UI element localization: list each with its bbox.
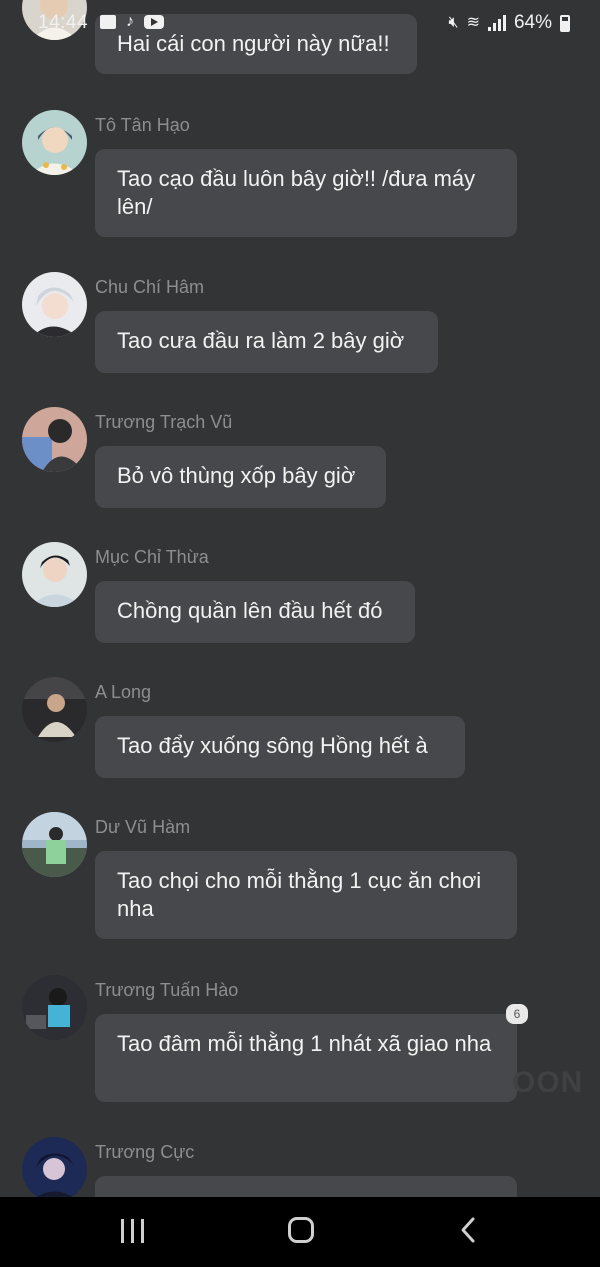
message-bubble[interactable]: Tao cưa đầu ra làm 2 bây giờ — [95, 311, 438, 373]
youtube-icon — [144, 15, 164, 29]
battery-icon — [560, 14, 570, 32]
watermark: OON — [512, 1066, 584, 1099]
message-bubble[interactable]: Tao đâm mỗi thằng 1 nhát xã giao nha — [95, 1014, 517, 1102]
chat-thread[interactable]: Hai cái con người này nữa!! Tô Tân Hạo T… — [0, 0, 600, 1197]
sender-name: Trương Cực — [95, 1142, 195, 1162]
sender-name: A Long — [95, 682, 152, 702]
avatar[interactable] — [22, 110, 87, 175]
notification-icons: ♪ — [100, 12, 164, 32]
message-bubble[interactable]: Chồng quần lên đầu hết đó — [95, 581, 415, 643]
avatar[interactable] — [22, 272, 87, 337]
avatar[interactable] — [22, 542, 87, 607]
message-bubble[interactable]: Bỏ vô thùng xốp bây giờ — [95, 446, 386, 508]
sender-name: Chu Chí Hâm — [95, 277, 205, 297]
avatar[interactable] — [22, 1137, 87, 1197]
sender-name: Mục Chỉ Thừa — [95, 547, 209, 567]
battery-percentage: 64% — [513, 12, 552, 33]
sender-name: Tô Tân Hạo — [95, 115, 190, 135]
sender-name: Trương Tuấn Hào — [95, 980, 239, 1000]
mute-icon: 🔇︎ — [448, 14, 459, 31]
avatar[interactable] — [22, 407, 87, 472]
message-bubble[interactable] — [95, 1176, 517, 1197]
message-text: Tao cạo đầu luôn bây giờ!! /đưa máy lên/ — [117, 166, 476, 219]
recent-apps-icon[interactable] — [121, 1219, 144, 1243]
message-text: Tao đẩy xuống sông Hồng hết à — [117, 733, 428, 758]
message-text: Tao đâm mỗi thằng 1 nhát xã giao nha — [117, 1031, 492, 1056]
avatar[interactable] — [22, 677, 87, 742]
back-icon[interactable] — [458, 1215, 478, 1250]
message-bubble[interactable]: Tao đẩy xuống sông Hồng hết à — [95, 716, 465, 778]
avatar[interactable] — [22, 975, 87, 1040]
reply-count-badge[interactable]: 6 — [506, 1004, 528, 1024]
wifi-icon: ≋ — [466, 14, 480, 31]
status-bar: 14:44 ♪ 🔇︎ ≋ 64% — [0, 0, 600, 46]
message-text: Tao chọi cho mỗi thằng 1 cục ăn chơi nha — [117, 868, 482, 921]
navigation-bar — [0, 1197, 600, 1267]
signal-icon — [487, 15, 506, 31]
message-text: Bỏ vô thùng xốp bây giờ — [117, 463, 356, 488]
message-text: Chồng quần lên đầu hết đó — [117, 598, 383, 623]
sender-name: Dư Vũ Hàm — [95, 817, 191, 837]
message-text: Tao cưa đầu ra làm 2 bây giờ — [117, 328, 405, 353]
status-time: 14:44 — [38, 12, 89, 33]
sender-name: Trương Trạch Vũ — [95, 412, 233, 432]
gallery-icon — [100, 15, 116, 29]
avatar[interactable] — [22, 812, 87, 877]
tiktok-icon: ♪ — [126, 13, 134, 30]
system-icons: 🔇︎ ≋ 64% — [448, 12, 570, 34]
message-bubble[interactable]: Tao cạo đầu luôn bây giờ!! /đưa máy lên/ — [95, 149, 517, 237]
home-icon[interactable] — [288, 1217, 314, 1243]
message-bubble[interactable]: Tao chọi cho mỗi thằng 1 cục ăn chơi nha — [95, 851, 517, 939]
